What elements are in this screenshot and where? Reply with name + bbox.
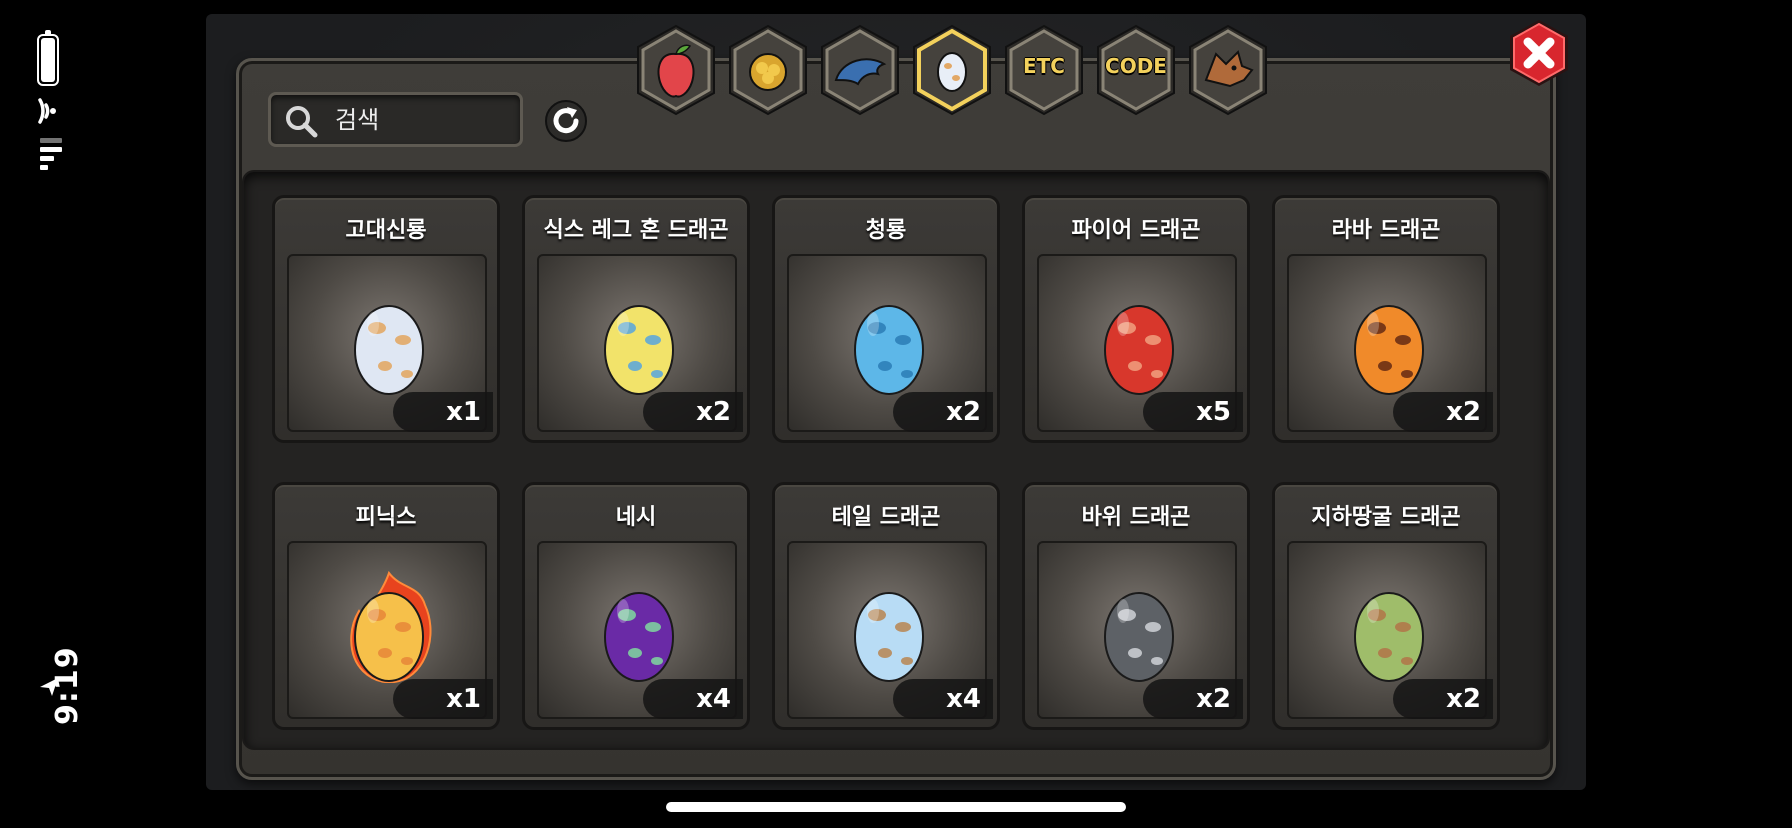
battery-icon — [37, 30, 59, 86]
egg-icon — [937, 52, 967, 92]
item-count-badge: x1 — [393, 679, 493, 719]
refresh-icon[interactable] — [543, 98, 589, 144]
item-name: 라바 드래곤 — [1331, 218, 1441, 243]
status-bar: 9:19 — [0, 0, 100, 828]
item-count-badge: x2 — [1393, 392, 1493, 432]
tab-gold[interactable] — [726, 24, 810, 116]
item-card[interactable]: 라바 드래곤 x2 — [1272, 195, 1500, 443]
tab-dragon-claw[interactable] — [818, 24, 902, 116]
item-count-badge: x2 — [1143, 679, 1243, 719]
item-card[interactable]: 바위 드래곤 x2 — [1022, 482, 1250, 730]
cellular-signal-icon — [40, 138, 62, 178]
item-count-badge: x2 — [1393, 679, 1493, 719]
tab-code[interactable]: CODE — [1094, 24, 1178, 116]
tab-dragon-head[interactable] — [1186, 24, 1270, 116]
item-card[interactable]: 피닉스 x1 — [272, 482, 500, 730]
item-card[interactable]: 파이어 드래곤 x5 — [1022, 195, 1250, 443]
item-name: 네시 — [615, 505, 657, 530]
search-input[interactable] — [335, 103, 505, 137]
item-card[interactable]: 식스 레그 혼 드래곤 x2 — [522, 195, 750, 443]
egg-icon — [604, 592, 674, 682]
egg-icon — [1104, 592, 1174, 682]
search-box — [268, 92, 523, 147]
item-name: 바위 드래곤 — [1081, 505, 1191, 530]
item-card[interactable]: 네시 x4 — [522, 482, 750, 730]
tab-label: CODE — [1105, 54, 1167, 78]
search-icon — [286, 106, 318, 138]
item-count-badge: x1 — [393, 392, 493, 432]
item-count-badge: x4 — [643, 679, 743, 719]
egg-icon — [354, 305, 424, 395]
egg-icon — [854, 592, 924, 682]
item-name: 고대신룡 — [345, 218, 427, 243]
egg-icon — [854, 305, 924, 395]
item-card[interactable]: 청룡 x2 — [772, 195, 1000, 443]
tab-label: ETC — [1023, 54, 1065, 78]
item-count-badge: x4 — [893, 679, 993, 719]
item-card[interactable]: 지하땅굴 드래곤 x2 — [1272, 482, 1500, 730]
egg-icon — [1104, 305, 1174, 395]
close-button[interactable] — [1504, 18, 1574, 88]
egg-icon — [1354, 592, 1424, 682]
item-name: 식스 레그 혼 드래곤 — [543, 218, 729, 243]
item-count-badge: x5 — [1143, 392, 1243, 432]
item-name: 피닉스 — [355, 505, 417, 530]
egg-icon — [604, 305, 674, 395]
gold-coins-icon — [749, 53, 787, 91]
tab-fruit[interactable] — [634, 24, 718, 116]
egg-icon — [1354, 305, 1424, 395]
item-name: 청룡 — [865, 218, 907, 243]
item-name: 지하땅굴 드래곤 — [1311, 505, 1461, 530]
item-name: 파이어 드래곤 — [1071, 218, 1201, 243]
item-count-badge: x2 — [893, 392, 993, 432]
tab-egg[interactable] — [910, 24, 994, 116]
wifi-icon — [38, 98, 56, 124]
egg-icon — [350, 571, 432, 683]
status-time: 9:19 — [50, 646, 85, 725]
item-card[interactable]: 고대신룡 x1 — [272, 195, 500, 443]
home-indicator[interactable] — [666, 802, 1126, 812]
item-count-badge: x2 — [643, 392, 743, 432]
item-name: 테일 드래곤 — [831, 505, 941, 530]
tab-etc[interactable]: ETC — [1002, 24, 1086, 116]
item-card[interactable]: 테일 드래곤 x4 — [772, 482, 1000, 730]
